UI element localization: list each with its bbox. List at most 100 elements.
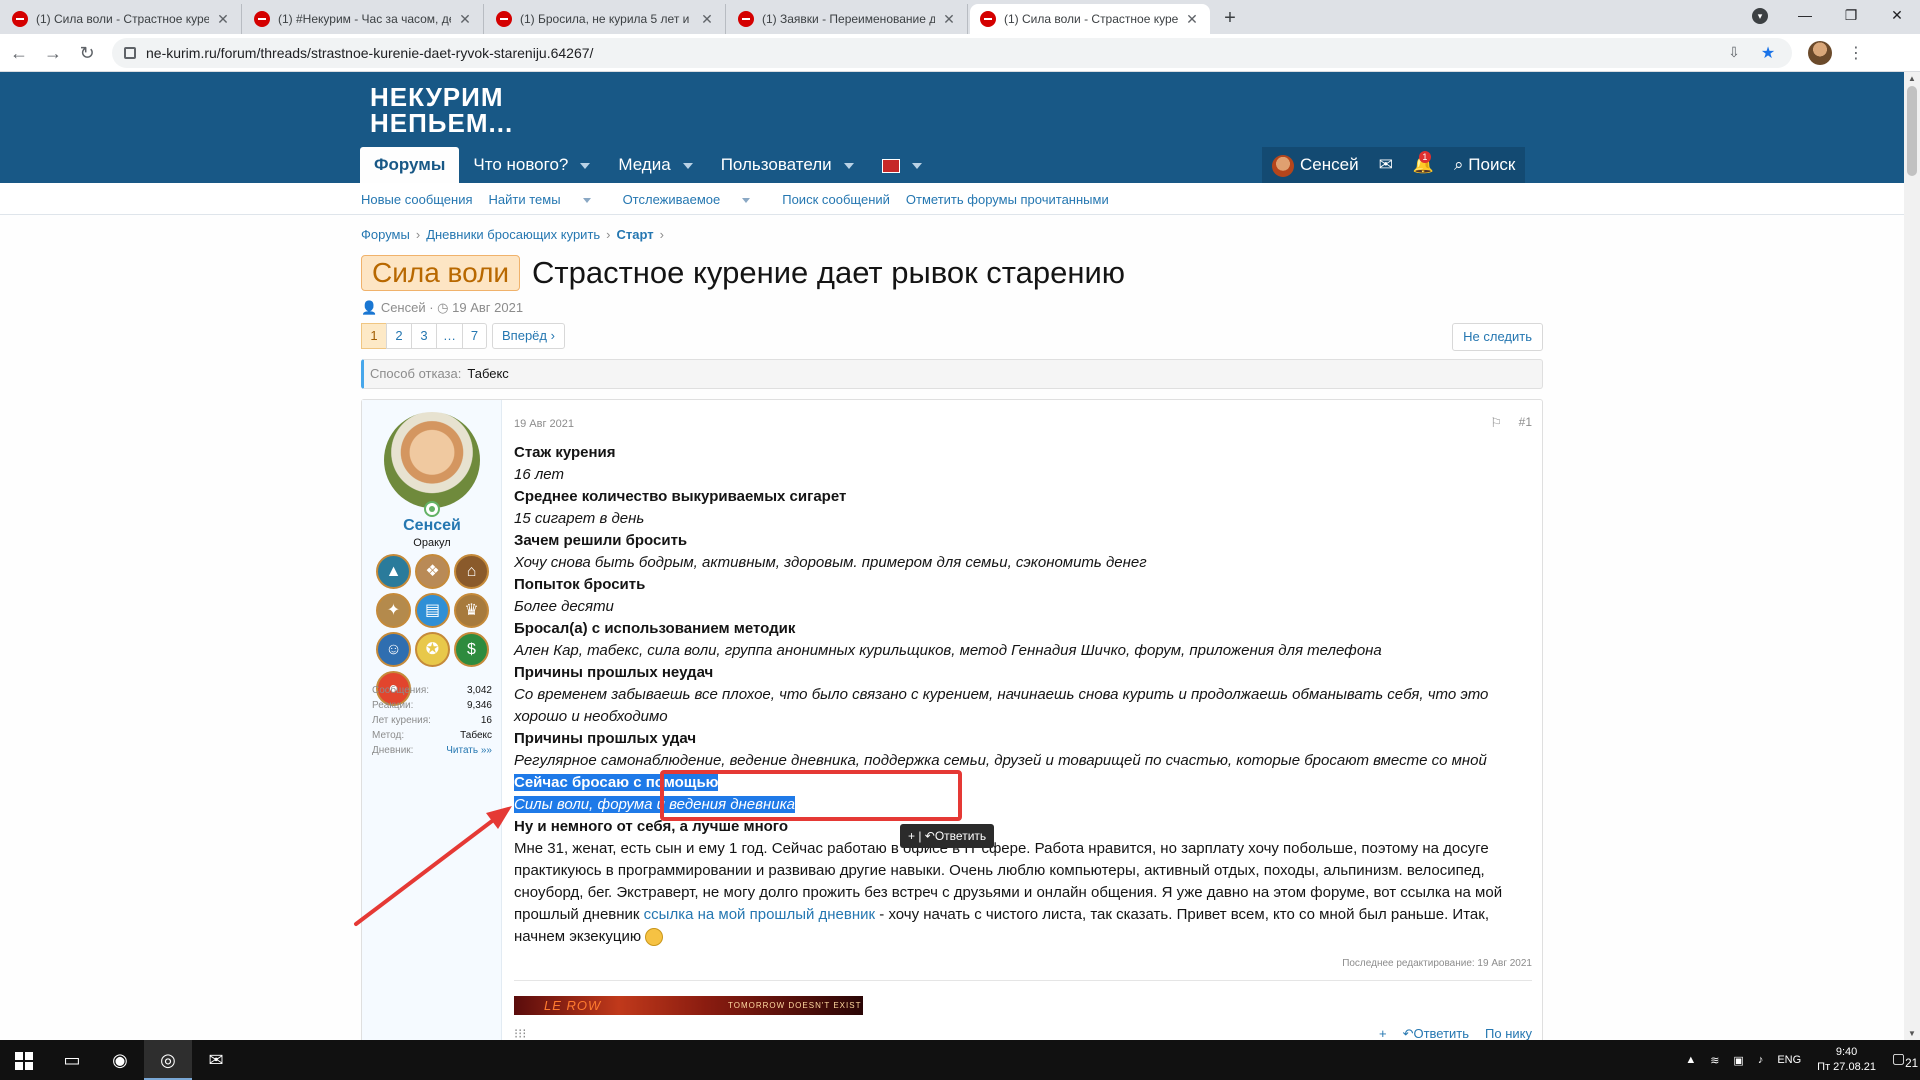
tab-close-icon[interactable]: ✕ (457, 11, 473, 28)
task-view-icon[interactable]: ▭ (48, 1040, 96, 1080)
safari-app-icon[interactable]: ◉ (96, 1040, 144, 1080)
subnav-find-threads[interactable]: Найти темы (489, 192, 607, 207)
browser-tab[interactable]: (1) Заявки - Переименование д ✕ (728, 4, 968, 34)
address-bar[interactable]: ne-kurim.ru/forum/threads/strastnoe-kure… (112, 37, 1792, 68)
chevron-down-icon[interactable] (682, 162, 693, 169)
thread-date[interactable]: 19 Авг 2021 (452, 300, 523, 315)
next-page-button[interactable]: Вперёд › (492, 323, 565, 349)
tab-search-icon[interactable]: ▾ (1752, 8, 1768, 24)
page-link[interactable]: 3 (411, 323, 436, 349)
back-icon[interactable]: ← (4, 38, 34, 68)
tab-title: (1) Бросила, не курила 5 лет и в (520, 12, 693, 26)
subnav-search-posts[interactable]: Поиск сообщений (782, 192, 890, 207)
multiquote-button[interactable]: + (1379, 1026, 1387, 1040)
messenger-app-icon[interactable]: ✉ (192, 1040, 240, 1080)
close-window-icon[interactable]: ✕ (1874, 0, 1920, 30)
volume-icon[interactable]: ♪ (1758, 1054, 1764, 1066)
breadcrumb-item[interactable]: Форумы (361, 227, 410, 242)
tab-close-icon[interactable]: ✕ (941, 11, 957, 28)
unwatch-button[interactable]: Не следить (1452, 323, 1543, 351)
site-logo[interactable]: НЕКУРИМ НЕПЬЕМ... (370, 84, 513, 136)
tab-title: (1) Заявки - Переименование д (762, 12, 935, 26)
nav-whats-new[interactable]: Что нового? (459, 147, 604, 183)
bookmark-star-icon[interactable]: ★ (1756, 43, 1780, 63)
nav-members[interactable]: Пользователи (707, 147, 868, 183)
chevron-down-icon[interactable] (580, 162, 591, 169)
bookmark-icon[interactable]: ⚐ (1490, 415, 1502, 431)
dancer-trophy-icon[interactable]: ✦ (376, 593, 411, 628)
scroll-down-icon[interactable]: ▼ (1904, 1029, 1920, 1038)
post-body[interactable]: Стаж курения 16 лет Среднее количество в… (514, 442, 1532, 948)
start-button[interactable] (0, 1040, 48, 1080)
medal-trophy-icon[interactable]: ✪ (415, 632, 450, 667)
avatar[interactable] (384, 412, 480, 508)
post-number[interactable]: #1 (1519, 415, 1532, 429)
thread-prefix-label[interactable]: Сила воли (361, 255, 521, 291)
chrome-app-icon[interactable]: ◎ (144, 1040, 192, 1080)
browser-tab[interactable]: (1) Сила воли - Страстное курен ✕ (2, 4, 242, 34)
tab-close-icon[interactable]: ✕ (1184, 11, 1200, 28)
page-jump[interactable]: … (436, 323, 462, 349)
nav-media[interactable]: Медиа (604, 147, 706, 183)
new-tab-icon[interactable]: + (1216, 4, 1244, 32)
notifications-icon[interactable]: ▢21 (1890, 1050, 1920, 1070)
wings-trophy-icon[interactable]: ❖ (415, 554, 450, 589)
wifi-icon[interactable]: ≋ (1710, 1054, 1719, 1067)
quote-reply-tooltip[interactable]: + | ↶Ответить (900, 824, 995, 848)
breadcrumb-item[interactable]: Дневники бросающих курить (426, 227, 600, 242)
page-scrollbar[interactable]: ▲ ▼ (1904, 72, 1920, 1040)
network-icon[interactable]: ▣ (1733, 1054, 1743, 1067)
install-app-icon[interactable]: ⇩ (1722, 44, 1746, 61)
house-trophy-icon[interactable]: ⌂ (454, 554, 489, 589)
clock[interactable]: 9:40 Пт 27.08.21 (1817, 1045, 1876, 1075)
subnav-mark-read[interactable]: Отметить форумы прочитанными (906, 192, 1109, 207)
language-indicator[interactable]: ENG (1777, 1054, 1801, 1066)
chevron-down-icon[interactable] (843, 162, 854, 169)
post-date[interactable]: 19 Авг 2021 (514, 418, 574, 430)
tab-close-icon[interactable]: ✕ (215, 11, 231, 28)
previous-diary-link[interactable]: ссылка на мой прошлый дневник (644, 906, 875, 923)
thread-author[interactable]: Сенсей (381, 300, 426, 315)
book-trophy-icon[interactable]: ▤ (415, 593, 450, 628)
clock-date: Пт 27.08.21 (1817, 1061, 1876, 1073)
url-text[interactable]: ne-kurim.ru/forum/threads/strastnoe-kure… (146, 45, 1712, 61)
browser-tab[interactable]: (1) Бросила, не курила 5 лет и в ✕ (486, 4, 726, 34)
diary-link[interactable]: Читать »» (446, 743, 492, 758)
inbox-icon[interactable]: ✉ (1369, 147, 1403, 183)
nav-extra[interactable] (868, 147, 936, 183)
browser-tab[interactable]: (1) #Некурим - Час за часом, де ✕ (244, 4, 484, 34)
reload-icon[interactable]: ↻ (72, 38, 102, 68)
profile-avatar-icon[interactable] (1808, 40, 1832, 65)
tray-expand-icon[interactable]: ▲ (1685, 1054, 1696, 1066)
page-link[interactable]: 2 (386, 323, 411, 349)
search-button[interactable]: ⌕ Поиск (1444, 147, 1525, 183)
chevron-down-icon[interactable] (911, 162, 922, 169)
post-username[interactable]: Сенсей (362, 517, 502, 535)
browser-tab-active[interactable]: (1) Сила воли - Страстное курен ✕ (970, 4, 1210, 34)
browser-menu-icon[interactable]: ⋮ (1846, 43, 1866, 63)
system-tray: ▲ ≋ ▣ ♪ ENG 9:40 Пт 27.08.21 ▢21 (1671, 1040, 1920, 1080)
reply-button[interactable]: ↶Ответить (1403, 1026, 1469, 1040)
minimize-icon[interactable]: — (1782, 0, 1828, 30)
subnav-new-posts[interactable]: Новые сообщения (361, 192, 473, 207)
mention-button[interactable]: По нику (1485, 1026, 1532, 1040)
friends-trophy-icon[interactable]: ☺ (376, 632, 411, 667)
nav-forums[interactable]: Форумы (360, 147, 460, 183)
scroll-up-icon[interactable]: ▲ (1904, 74, 1920, 83)
tab-close-icon[interactable]: ✕ (699, 11, 715, 28)
money-bag-trophy-icon[interactable]: $ (454, 632, 489, 667)
scrollbar-thumb[interactable] (1907, 86, 1917, 176)
cup-trophy-icon[interactable]: ♛ (454, 593, 489, 628)
subnav-watched[interactable]: Отслеживаемое (623, 192, 767, 207)
mountain-trophy-icon[interactable]: ▲ (376, 554, 411, 589)
account-menu[interactable]: Сенсей (1262, 147, 1369, 183)
restore-icon[interactable]: ❐ (1828, 0, 1874, 30)
alerts-bell-icon[interactable]: 🔔 1 (1403, 147, 1444, 183)
breadcrumb-item[interactable]: Старт (617, 227, 654, 242)
stat-value: 16 (480, 715, 492, 726)
forward-icon[interactable]: → (38, 38, 68, 68)
lock-icon[interactable] (124, 46, 136, 59)
page-link[interactable]: 7 (462, 323, 487, 349)
more-options-icon[interactable]: ⁝⁝⁝ (514, 1026, 526, 1040)
page-link-current[interactable]: 1 (361, 323, 386, 349)
